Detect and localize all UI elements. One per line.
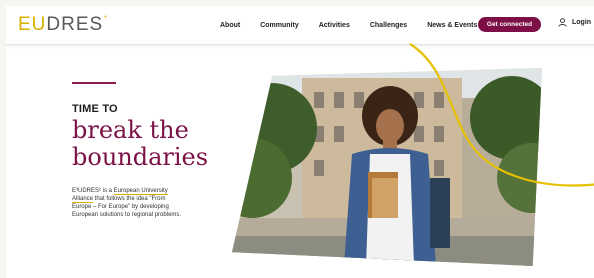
hero-headline-line-1: break the <box>72 116 189 144</box>
get-connected-button[interactable]: Get connected <box>478 17 541 32</box>
hero-photo <box>232 68 542 266</box>
hero-intro-text: E³UDRES² is a European University Allian… <box>72 187 184 219</box>
student-holding-books-photo <box>232 68 542 266</box>
nav-item-challenges[interactable]: Challenges <box>370 22 407 29</box>
nav-item-news-events[interactable]: News & Events <box>427 22 477 29</box>
eudres-logo[interactable]: EUDRES+ <box>18 14 108 36</box>
hero-kicker: TIME TO <box>72 103 118 115</box>
logo-highlight-letters: EU <box>18 14 47 35</box>
hero-headline-line-2: boundaries <box>72 143 209 171</box>
hero-headline: break the boundaries <box>72 117 222 171</box>
intro-prefix: E³UDRES² is a <box>72 188 114 194</box>
page: EUDRES+ About Community Activities Chall… <box>6 6 594 278</box>
top-navigation-bar: EUDRES+ About Community Activities Chall… <box>6 6 594 45</box>
nav-item-community[interactable]: Community <box>260 22 299 29</box>
nav-item-activities[interactable]: Activities <box>319 22 350 29</box>
logo-mark: + <box>103 14 109 21</box>
logo-letters: DRES <box>46 14 104 35</box>
nav-item-about[interactable]: About <box>220 22 240 29</box>
login-label: Login <box>572 19 592 26</box>
main-nav: About Community Activities Challenges Ne… <box>220 6 497 44</box>
accent-divider <box>72 82 116 84</box>
login-link[interactable]: Login <box>558 18 591 27</box>
user-icon <box>558 18 567 27</box>
